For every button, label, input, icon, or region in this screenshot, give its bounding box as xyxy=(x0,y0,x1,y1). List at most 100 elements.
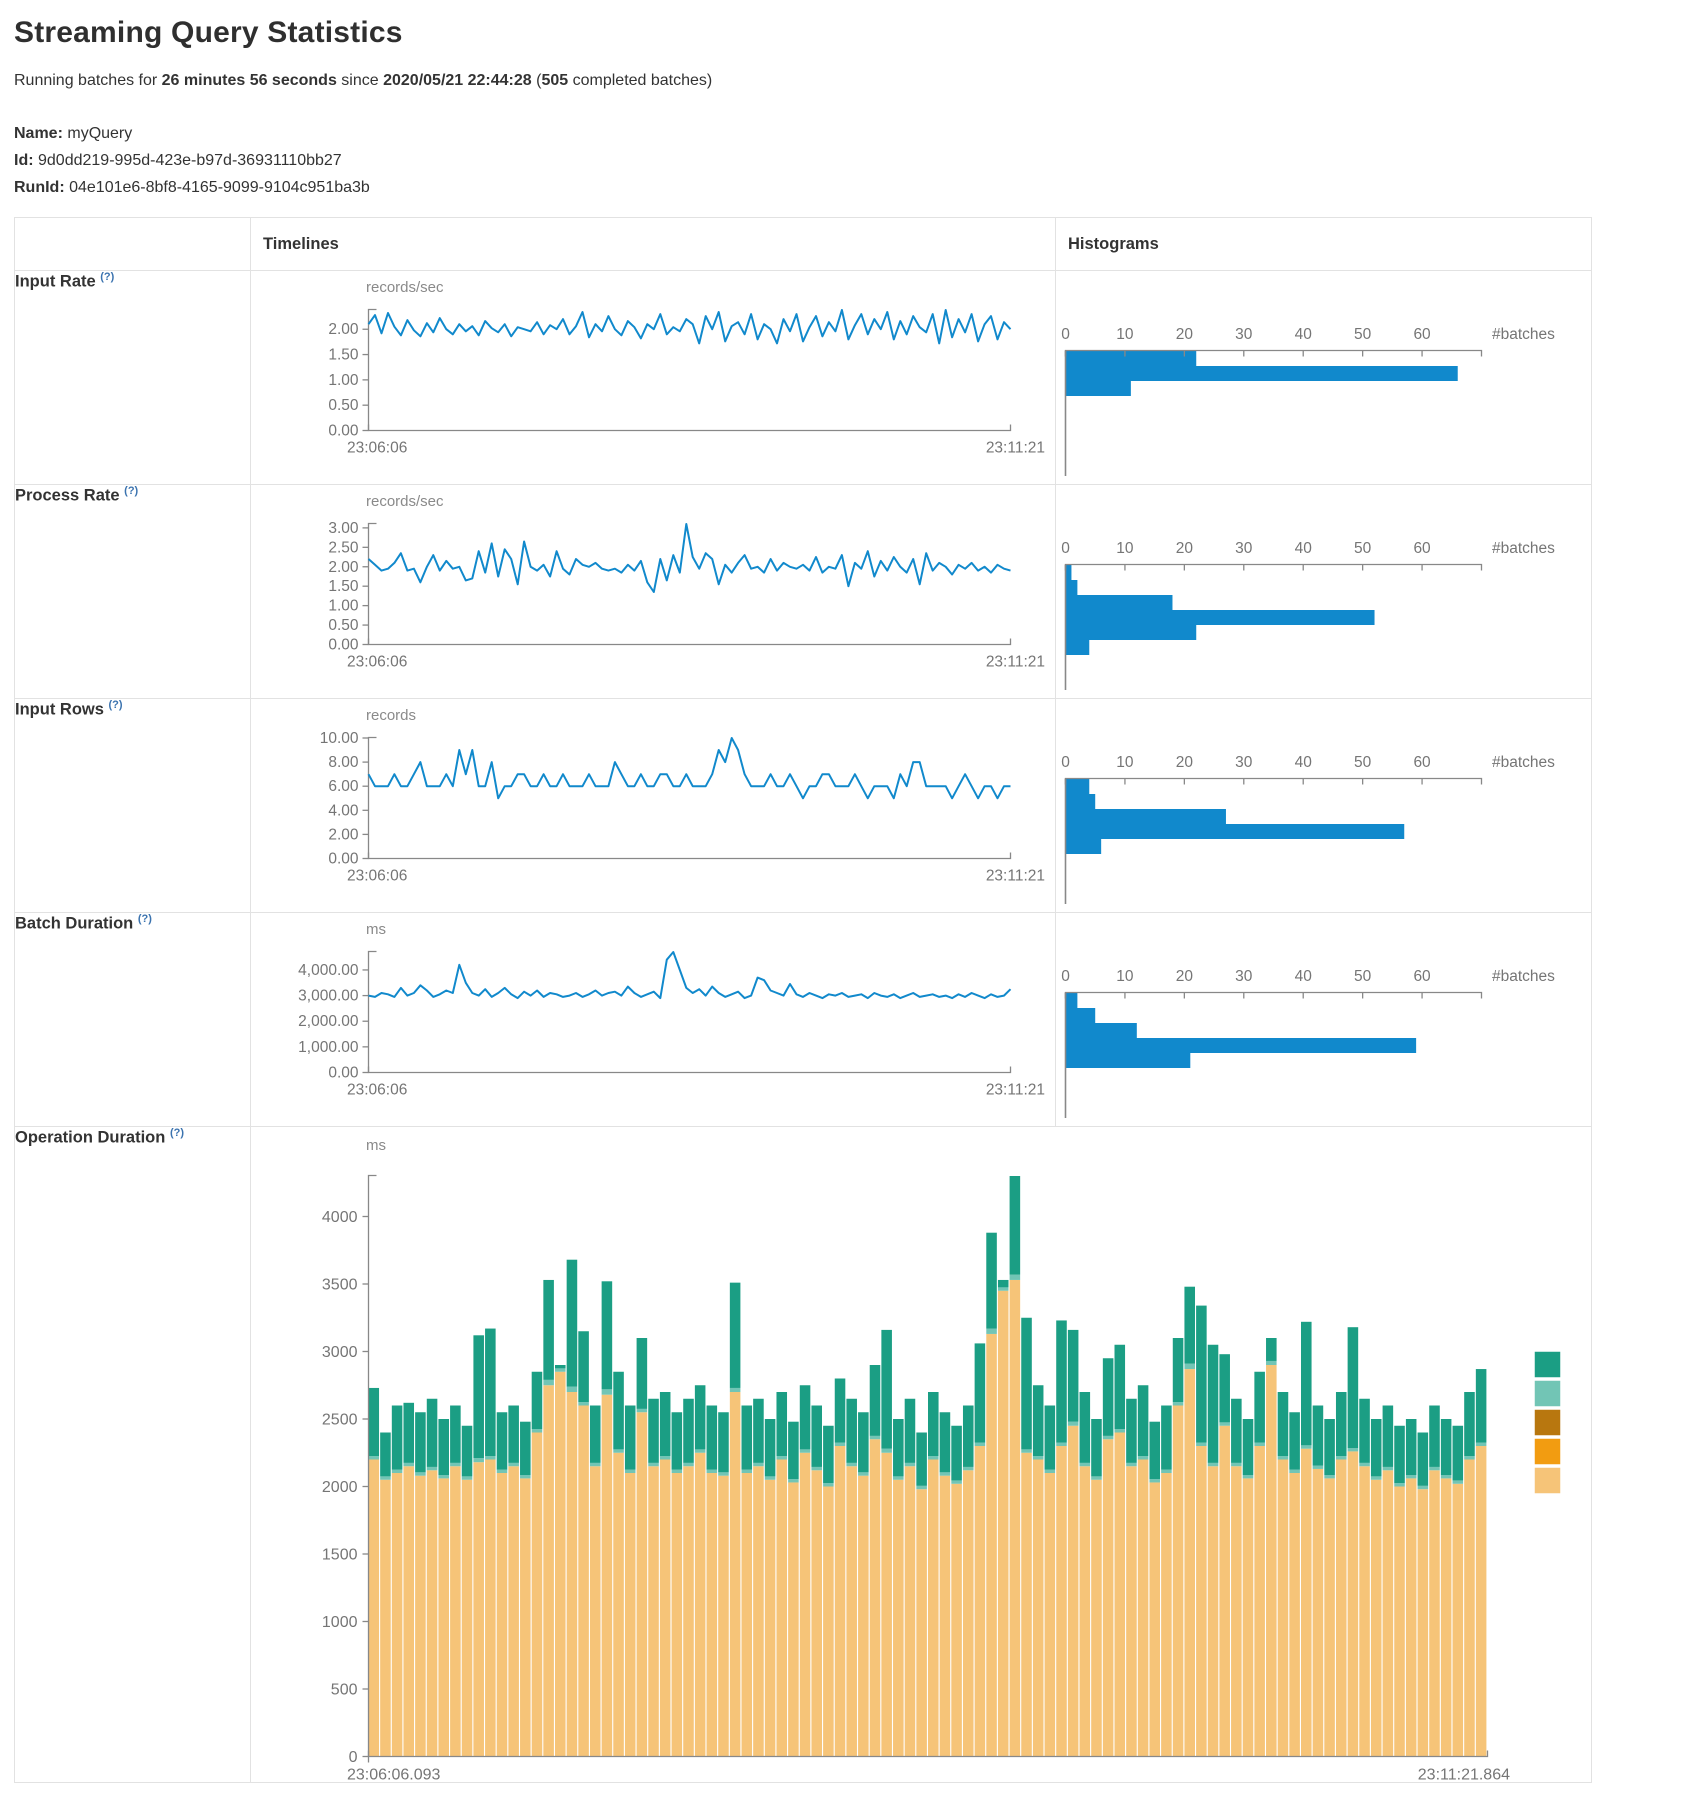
histogram-bar xyxy=(1066,794,1096,809)
completed-suffix: completed batches) xyxy=(568,72,712,89)
help-icon[interactable]: (?) xyxy=(138,913,152,925)
stack-bottom-segment xyxy=(1219,1426,1230,1757)
legend-swatch xyxy=(1534,1351,1561,1378)
stack-bottom-segment xyxy=(788,1482,799,1756)
metric-row-operation-duration: Operation Duration (?) ms400035003000250… xyxy=(15,1127,1592,1783)
stack-mid-segment xyxy=(1476,1443,1487,1446)
stack-top-segment xyxy=(380,1433,391,1477)
process-rate-histogram-chart: 0102030405060#batches xyxy=(1056,485,1591,698)
svg-text:#batches: #batches xyxy=(1492,326,1555,343)
svg-text:3,000.00: 3,000.00 xyxy=(298,988,359,1005)
stack-mid-segment xyxy=(1453,1480,1464,1483)
svg-text:2000: 2000 xyxy=(322,1479,358,1496)
svg-text:500: 500 xyxy=(331,1682,358,1699)
operation-duration-chart-cell: ms4000350030002500200015001000500023:06:… xyxy=(251,1127,1592,1783)
stack-top-segment xyxy=(1464,1392,1475,1456)
stack-bottom-segment xyxy=(765,1480,776,1757)
stack-mid-segment xyxy=(1184,1364,1195,1369)
id-value: 9d0dd219-995d-423e-b97d-36931110bb27 xyxy=(38,152,342,169)
process-rate-timeline-chart: records/sec3.002.502.001.501.000.500.002… xyxy=(251,485,1055,698)
timeline-svg: records/sec2.001.501.000.500.0023:06:062… xyxy=(251,271,1054,484)
x-axis xyxy=(369,1067,1011,1073)
stack-bottom-segment xyxy=(578,1406,589,1757)
legend-swatch xyxy=(1534,1438,1561,1465)
histogram-bar xyxy=(1066,1008,1096,1023)
histogram-svg: 0102030405060#batches xyxy=(1056,485,1590,698)
stack-mid-segment xyxy=(1219,1422,1230,1425)
streaming-statistics-page: Streaming Query Statistics Running batch… xyxy=(0,0,1693,1820)
stack-mid-segment xyxy=(1336,1456,1347,1459)
stack-top-segment xyxy=(555,1365,566,1368)
stack-mid-segment xyxy=(811,1467,822,1470)
input-rows-timeline-cell: records10.008.006.004.002.000.0023:06:06… xyxy=(251,699,1056,913)
metric-label: Batch Duration xyxy=(15,915,133,933)
stack-mid-segment xyxy=(975,1443,986,1446)
stack-top-segment xyxy=(1324,1419,1335,1475)
input-rate-histogram-cell: 0102030405060#batches xyxy=(1056,271,1592,485)
input-rows-timeline-chart: records10.008.006.004.002.000.0023:06:06… xyxy=(251,699,1055,912)
histograms-header: Histograms xyxy=(1056,218,1592,271)
histogram-bar xyxy=(1066,595,1173,610)
stack-bottom-segment xyxy=(1418,1489,1429,1756)
help-icon[interactable]: (?) xyxy=(170,1127,184,1139)
stack-mid-segment xyxy=(870,1436,881,1439)
stack-mid-segment xyxy=(1254,1443,1265,1446)
svg-text:0.50: 0.50 xyxy=(328,617,359,634)
stack-top-segment xyxy=(1091,1419,1102,1476)
svg-text:records/sec: records/sec xyxy=(366,493,444,510)
stack-mid-segment xyxy=(1394,1483,1405,1486)
stack-top-segment xyxy=(1033,1385,1044,1456)
svg-text:4,000.00: 4,000.00 xyxy=(298,962,359,979)
stack-bottom-segment xyxy=(846,1466,857,1756)
svg-text:1000: 1000 xyxy=(322,1614,358,1631)
stack-bottom-segment xyxy=(508,1466,519,1756)
help-icon[interactable]: (?) xyxy=(100,271,114,283)
stack-mid-segment xyxy=(1464,1456,1475,1459)
stack-bottom-segment xyxy=(392,1473,403,1757)
page-title: Streaming Query Statistics xyxy=(14,16,1693,50)
stack-top-segment xyxy=(718,1412,729,1472)
help-icon[interactable]: (?) xyxy=(124,485,138,497)
histogram-bar xyxy=(1066,366,1458,381)
batch-duration-timeline-cell: ms4,000.003,000.002,000.001,000.000.0023… xyxy=(251,913,1056,1127)
svg-text:2,000.00: 2,000.00 xyxy=(298,1013,359,1030)
svg-text:23:06:06: 23:06:06 xyxy=(347,1082,407,1099)
stack-bottom-segment xyxy=(975,1446,986,1757)
stack-mid-segment xyxy=(788,1479,799,1482)
stack-mid-segment xyxy=(602,1389,613,1394)
stack-bottom-segment xyxy=(403,1466,414,1756)
histogram-bar xyxy=(1066,625,1197,640)
svg-text:0.50: 0.50 xyxy=(328,397,359,414)
stack-bottom-segment xyxy=(1266,1365,1277,1757)
stack-mid-segment xyxy=(660,1456,671,1459)
stack-top-segment xyxy=(1243,1419,1254,1475)
svg-text:1.00: 1.00 xyxy=(328,598,359,615)
stack-mid-segment xyxy=(1441,1475,1452,1478)
svg-text:0: 0 xyxy=(1061,968,1070,985)
batch-duration-timeline-chart: ms4,000.003,000.002,000.001,000.000.0023… xyxy=(251,913,1055,1126)
svg-text:30: 30 xyxy=(1235,754,1253,771)
stack-top-segment xyxy=(1313,1406,1324,1466)
stack-mid-segment xyxy=(648,1463,659,1466)
stack-bottom-segment xyxy=(1068,1426,1079,1757)
stack-mid-segment xyxy=(578,1402,589,1405)
histogram-bar xyxy=(1066,565,1072,580)
stack-mid-segment xyxy=(928,1456,939,1459)
stack-top-segment xyxy=(742,1406,753,1470)
stack-mid-segment xyxy=(672,1470,683,1473)
stack-bottom-segment xyxy=(858,1476,869,1757)
stack-bottom-segment xyxy=(1149,1482,1160,1756)
svg-text:23:11:21.864: 23:11:21.864 xyxy=(1418,1767,1510,1783)
stack-top-segment xyxy=(1068,1330,1079,1422)
stack-top-segment xyxy=(532,1372,543,1429)
name-label: Name: xyxy=(14,125,63,142)
stack-bottom-segment xyxy=(602,1395,613,1757)
stack-bottom-segment xyxy=(1243,1478,1254,1756)
stack-bottom-segment xyxy=(660,1460,671,1757)
y-axis xyxy=(369,738,377,859)
help-icon[interactable]: (?) xyxy=(109,699,123,711)
svg-text:ms: ms xyxy=(366,921,386,938)
stack-top-segment xyxy=(485,1329,496,1457)
svg-text:60: 60 xyxy=(1413,754,1431,771)
stack-mid-segment xyxy=(1021,1449,1032,1452)
